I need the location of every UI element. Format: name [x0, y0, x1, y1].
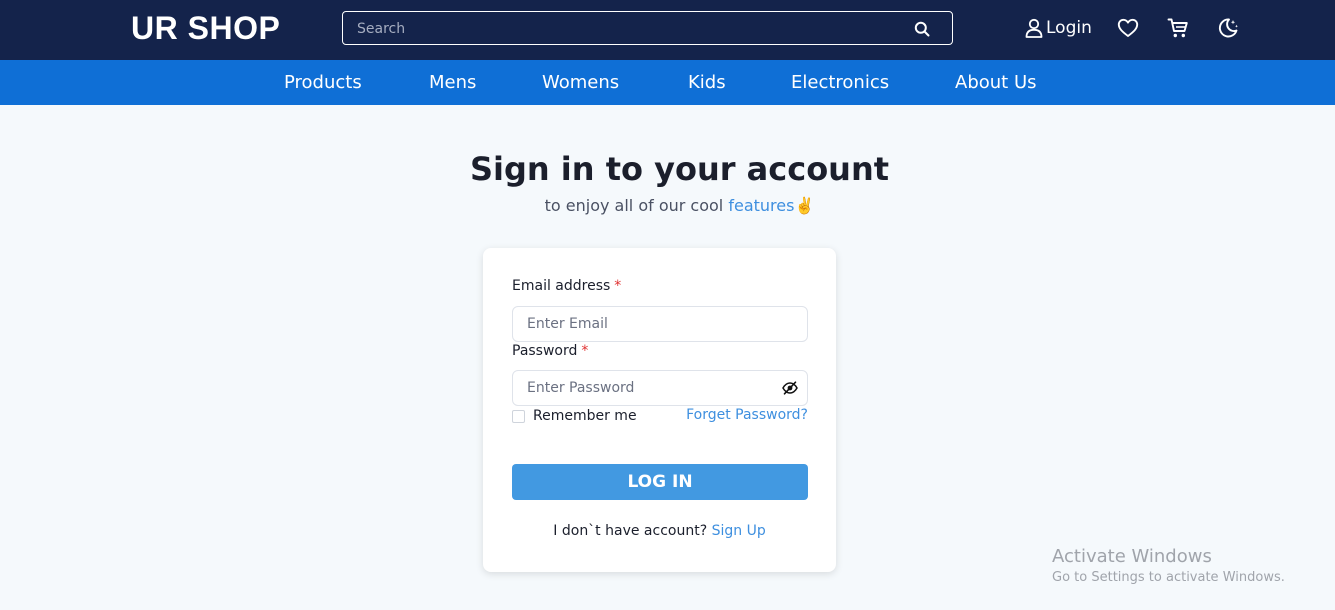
email-label: Email address *	[512, 278, 621, 294]
password-field[interactable]	[512, 370, 808, 406]
signup-prompt: I don`t have account? Sign Up	[483, 523, 836, 539]
login-label: Login	[1046, 18, 1092, 38]
nav-item-womens[interactable]: Womens	[542, 72, 619, 93]
cart-button[interactable]	[1166, 16, 1190, 40]
password-label-text: Password	[512, 343, 578, 359]
signup-prompt-text: I don`t have account?	[553, 523, 708, 539]
user-icon	[1025, 18, 1043, 38]
required-marker: *	[581, 343, 589, 359]
nav-item-products[interactable]: Products	[284, 72, 362, 93]
watermark-title: Activate Windows	[1052, 546, 1212, 567]
brand-logo[interactable]: UR SHOP	[131, 10, 280, 47]
login-button[interactable]: LOG IN	[512, 464, 808, 500]
victory-hand-emoji: ✌️	[794, 196, 815, 215]
password-label: Password *	[512, 343, 588, 359]
page-title: Sign in to your account	[469, 150, 890, 188]
email-field[interactable]	[512, 306, 808, 342]
watermark-subtitle: Go to Settings to activate Windows.	[1052, 570, 1285, 585]
login-card: Email address* Password* Remember me For…	[483, 248, 836, 572]
subtitle-text: to enjoy all of our cool	[544, 196, 724, 215]
nav-item-kids[interactable]: Kids	[688, 72, 726, 93]
login-link[interactable]: Login	[1025, 16, 1092, 40]
remember-label: Remember me	[533, 408, 637, 424]
windows-activation-watermark: Activate Windows Go to Settings to activ…	[1052, 546, 1285, 585]
page-subtitle: to enjoy all of our cool features✌️	[0, 196, 1335, 215]
toggle-password-visibility[interactable]	[781, 379, 799, 397]
search-input[interactable]	[343, 12, 919, 46]
nav-item-mens[interactable]: Mens	[429, 72, 476, 93]
features-link[interactable]: features	[728, 196, 794, 215]
wishlist-button[interactable]	[1116, 16, 1140, 40]
nav-item-about-us[interactable]: About Us	[955, 72, 1037, 93]
required-marker: *	[614, 278, 622, 294]
signup-link[interactable]: Sign Up	[712, 523, 766, 539]
forgot-password-link[interactable]: Forget Password?	[686, 407, 808, 423]
cart-icon	[1167, 18, 1188, 38]
eye-slash-icon	[782, 381, 798, 395]
search-button[interactable]	[911, 18, 933, 40]
search-icon	[914, 21, 930, 37]
moon-icon	[1218, 18, 1238, 38]
remember-checkbox[interactable]	[512, 409, 525, 423]
heart-icon	[1117, 18, 1139, 37]
search-bar	[342, 11, 953, 46]
dark-mode-toggle[interactable]	[1216, 16, 1240, 40]
email-label-text: Email address	[512, 278, 611, 294]
category-nav: Products Mens Womens Kids Electronics Ab…	[0, 60, 1335, 105]
remember-me[interactable]: Remember me	[512, 407, 637, 425]
top-header: UR SHOP Login	[0, 0, 1335, 60]
nav-item-electronics[interactable]: Electronics	[791, 72, 889, 93]
